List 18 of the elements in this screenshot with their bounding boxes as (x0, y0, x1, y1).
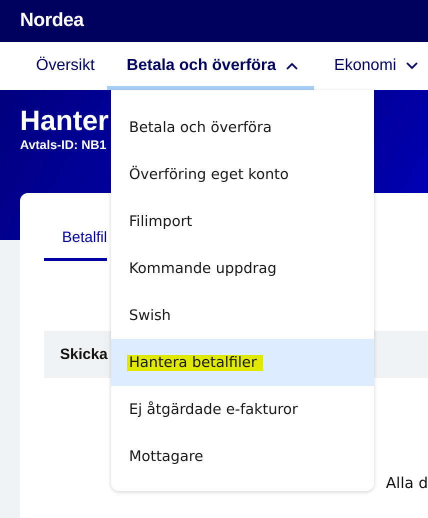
agreement-id: Avtals-ID: NB1 (20, 138, 106, 152)
menu-item[interactable]: Överföring eget konto (111, 151, 374, 198)
logo[interactable]: Nordea (20, 10, 84, 32)
menu-item[interactable]: Swish (111, 292, 374, 339)
menu-item[interactable]: Betala och överföra (111, 104, 374, 151)
menu-item[interactable]: Filimport (111, 198, 374, 245)
column-header: Skicka (60, 346, 108, 363)
menu-item[interactable]: Kommande uppdrag (111, 245, 374, 292)
menu-item[interactable]: Hantera betalfiler (111, 339, 374, 386)
page-title: Hanter (20, 104, 109, 138)
caret-icon (286, 62, 298, 70)
nav-tab[interactable]: Översikt (16, 42, 107, 90)
tab[interactable]: Betalfil (44, 219, 108, 261)
menu-item[interactable]: Mottagare (111, 433, 374, 480)
caret-icon (406, 62, 418, 70)
nav-tab[interactable]: Ekonomi (314, 42, 428, 90)
menu-item[interactable]: Ej åtgärdade e-fakturor (111, 386, 374, 433)
info-text: Alla d (386, 474, 428, 492)
